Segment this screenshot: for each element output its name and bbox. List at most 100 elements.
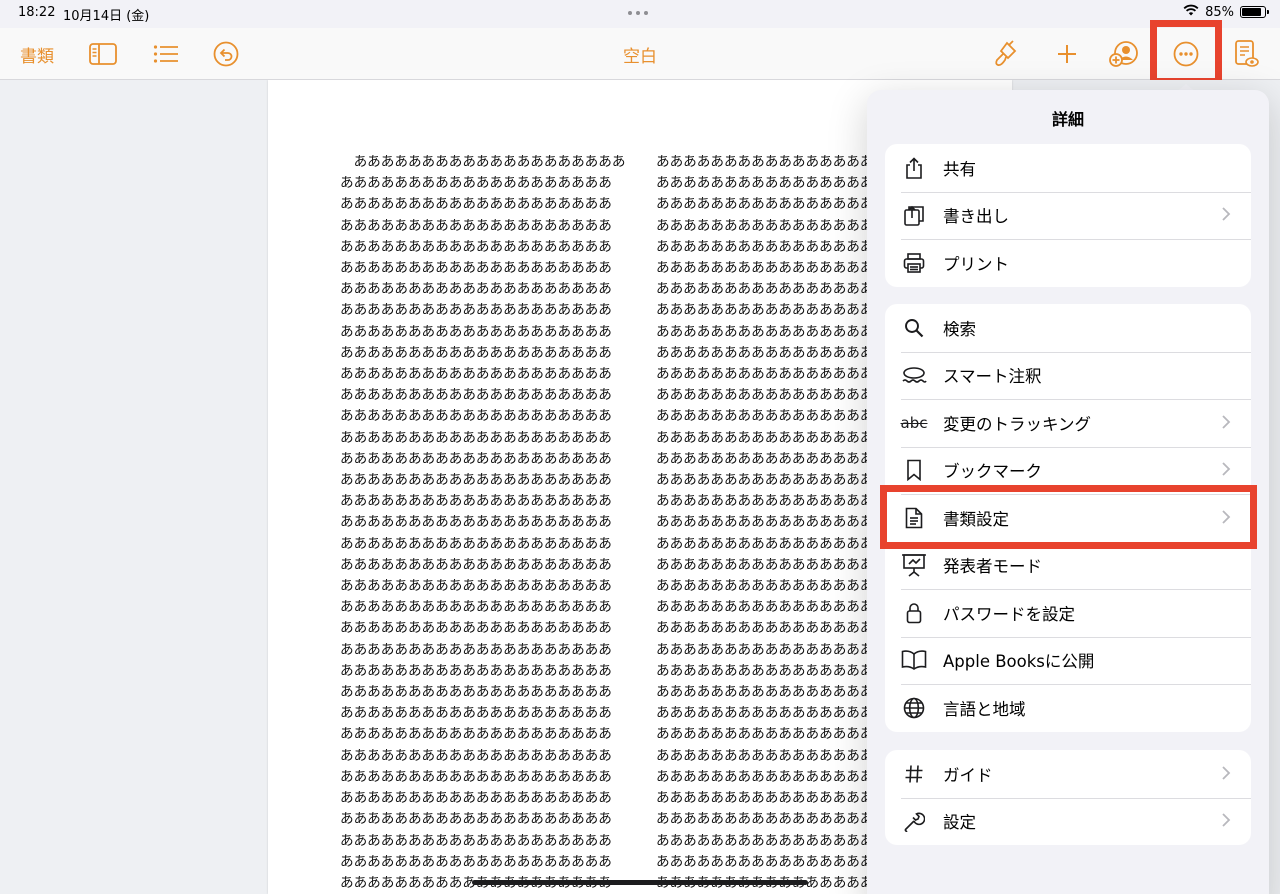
- lock-icon: [885, 589, 943, 636]
- text-line[interactable]: ああああああああああああああああああああ: [340, 809, 616, 830]
- text-line[interactable]: ああああああああああああああああああああ: [340, 343, 616, 364]
- text-line[interactable]: ああああああああああああああああああああ: [340, 512, 616, 533]
- menu-item-export[interactable]: 書き出し: [885, 191, 1251, 240]
- menu-group-settings: ガイド 設定: [885, 750, 1251, 845]
- globe-icon: [885, 684, 943, 731]
- document-title[interactable]: 空白: [623, 42, 657, 67]
- text-line[interactable]: ああああああああああああああああああああ: [340, 534, 616, 555]
- menu-item-wrench[interactable]: 設定: [885, 797, 1251, 846]
- chevron-right-icon: [1221, 203, 1251, 227]
- menu-item-lock[interactable]: パスワードを設定: [885, 589, 1251, 637]
- insert-button[interactable]: [1047, 28, 1087, 80]
- menu-item-share[interactable]: 共有: [885, 144, 1251, 192]
- text-line[interactable]: ああああああああああああああああああああ: [340, 300, 616, 321]
- text-line[interactable]: ああああああああああああああああああああ: [340, 831, 616, 852]
- toolbar: 空白 書類: [0, 28, 1280, 80]
- menu-item-label: ガイド: [943, 765, 993, 785]
- sidebar-icon: [89, 43, 117, 65]
- text-line[interactable]: ああああああああああああああああああああ: [340, 618, 616, 639]
- format-button[interactable]: [986, 28, 1026, 80]
- menu-item-label: 発表者モード: [943, 557, 1042, 577]
- menu-item-hash[interactable]: ガイド: [885, 750, 1251, 798]
- menu-item-label: スマート注釈: [943, 367, 1042, 387]
- menu-item-label: 書き出し: [943, 207, 1009, 227]
- text-line[interactable]: ああああああああああああああああああああ: [340, 555, 616, 576]
- battery-percent: 85%: [1205, 4, 1234, 20]
- menu-item-track-changes[interactable]: abc 変更のトラッキング: [885, 399, 1251, 447]
- document-eye-icon: [1233, 40, 1259, 68]
- menu-item-label: 言語と地域: [943, 699, 1026, 719]
- text-line[interactable]: ああああああああああああああああああああ: [340, 640, 616, 661]
- chevron-right-icon: [1221, 762, 1251, 786]
- text-line[interactable]: ああああああああああああああああああああ: [340, 364, 616, 385]
- collaborate-button[interactable]: [1104, 28, 1144, 80]
- text-line[interactable]: ああああああああああああああああああああ: [340, 491, 616, 512]
- text-line[interactable]: ああああああああああああああああああああ: [340, 449, 616, 470]
- document-setup-highlight: [880, 485, 1257, 549]
- text-line[interactable]: ああああああああああああああああああああ: [340, 852, 616, 873]
- text-line[interactable]: ああああああああああああああああああああ: [340, 237, 616, 258]
- menu-item-label: 共有: [943, 159, 976, 179]
- text-line[interactable]: ああああああああああああああああああああ: [340, 194, 616, 215]
- menu-item-globe[interactable]: 言語と地域: [885, 684, 1251, 732]
- chevron-right-icon: [1221, 458, 1251, 482]
- menu-item-book[interactable]: Apple Booksに公開: [885, 636, 1251, 685]
- text-line[interactable]: ああああああああああああああああああああ: [340, 406, 616, 427]
- text-line[interactable]: ああああああああああああああああああああ: [340, 279, 616, 300]
- menu-item-search[interactable]: 検索: [885, 304, 1251, 352]
- menu-item-label: パスワードを設定: [943, 604, 1075, 624]
- plus-icon: [1056, 43, 1078, 65]
- wifi-icon: [1183, 4, 1199, 20]
- text-line[interactable]: ああああああああああああああああああああ: [340, 788, 616, 809]
- multitasking-dots[interactable]: [628, 11, 648, 15]
- menu-item-printer[interactable]: プリント: [885, 239, 1251, 287]
- text-line[interactable]: ああああああああああああああああああああ: [340, 661, 616, 682]
- track-changes-abc-text: abc: [900, 413, 928, 432]
- outline-button[interactable]: [146, 28, 186, 80]
- text-line[interactable]: ああああああああああああああああああああ: [340, 724, 616, 745]
- undo-button[interactable]: [206, 28, 246, 80]
- menu-item-label: プリント: [943, 254, 1009, 274]
- text-line[interactable]: ああああああああああああああああああああ: [340, 322, 616, 343]
- text-line[interactable]: ああああああああああああああああああああ: [340, 703, 616, 724]
- text-line[interactable]: ああああああああああああああああああああ: [340, 470, 616, 491]
- menu-group-share: 共有書き出しプリント: [885, 144, 1251, 287]
- documents-button[interactable]: 書類: [20, 28, 54, 80]
- search-icon: [885, 304, 943, 351]
- text-column-left[interactable]: ああああああああああああああああああああ ああああああああああああああああああああ…: [340, 152, 626, 894]
- more-button-highlight: [1150, 20, 1222, 85]
- text-line[interactable]: ああああああああああああああああああああ: [340, 767, 616, 788]
- status-right: 85%: [1183, 4, 1269, 20]
- text-line[interactable]: ああああああああああああああああああああ: [340, 597, 616, 618]
- home-indicator[interactable]: [472, 880, 808, 885]
- text-line[interactable]: ああああああああああああああああああああ: [340, 385, 616, 406]
- popover-title: 詳細: [1051, 110, 1084, 129]
- printer-icon: [885, 239, 943, 286]
- smart-annotation-icon: [885, 352, 943, 399]
- text-line[interactable]: ああああああああああああああああああああ: [340, 173, 616, 194]
- undo-icon: [213, 41, 239, 67]
- paintbrush-icon: [993, 40, 1019, 68]
- menu-item-smart-annotation[interactable]: スマート注釈: [885, 351, 1251, 400]
- text-line[interactable]: ああああああああああああああああああああ: [340, 152, 626, 173]
- wrench-icon: [885, 798, 943, 845]
- menu-item-label: 検索: [943, 319, 976, 339]
- menu-item-label: 設定: [943, 813, 976, 833]
- hash-icon: [885, 750, 943, 797]
- text-line[interactable]: ああああああああああああああああああああ: [340, 428, 616, 449]
- sidebar-toggle-button[interactable]: [83, 28, 123, 80]
- text-line[interactable]: ああああああああああああああああああああ: [340, 258, 616, 279]
- text-line[interactable]: ああああああああああああああああああああ: [340, 746, 616, 767]
- text-line[interactable]: ああああああああああああああああああああ: [340, 576, 616, 597]
- menu-item-label: Apple Booksに公開: [943, 652, 1095, 672]
- text-line[interactable]: ああああああああああああああああああああ: [340, 216, 616, 237]
- chevron-right-icon: [1221, 809, 1251, 833]
- reading-view-button[interactable]: [1226, 28, 1266, 80]
- status-date: 10月14日 (金): [63, 9, 150, 24]
- menu-item-label: 変更のトラッキング: [943, 414, 1092, 434]
- menu-item-label: ブックマーク: [943, 462, 1042, 482]
- book-icon: [885, 637, 943, 684]
- battery-icon: [1240, 6, 1269, 18]
- track-changes-icon: abc: [885, 399, 943, 446]
- text-line[interactable]: ああああああああああああああああああああ: [340, 682, 616, 703]
